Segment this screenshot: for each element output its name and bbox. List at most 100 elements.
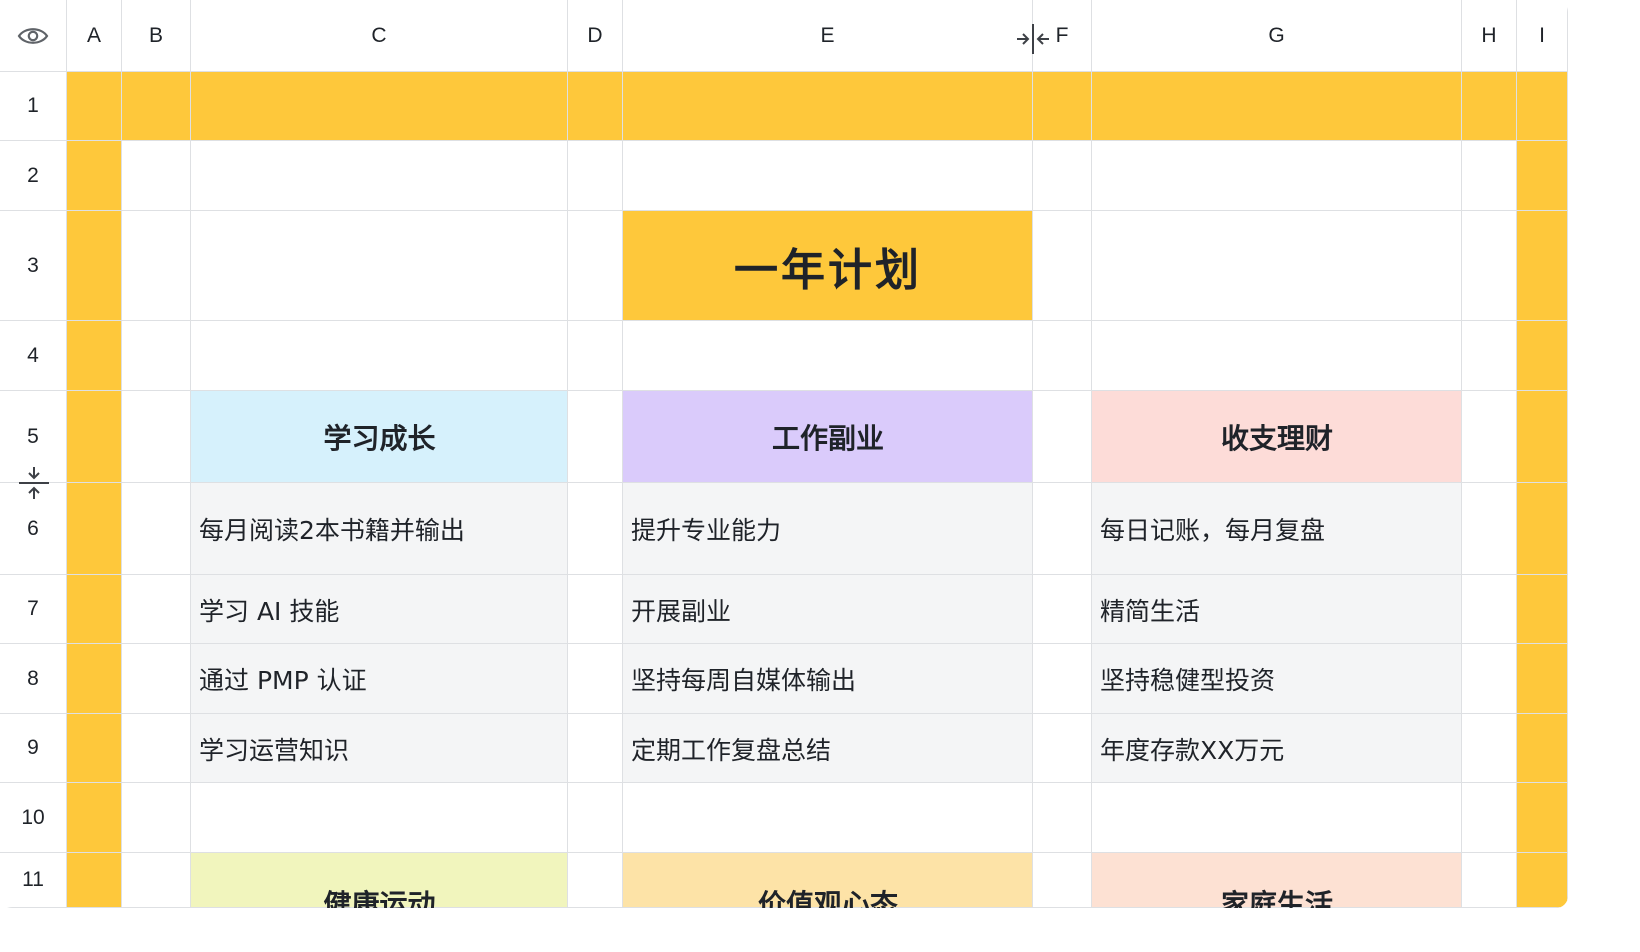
cell-d5[interactable] <box>568 391 623 483</box>
cell-g2[interactable] <box>1092 141 1462 211</box>
row-resize-icon[interactable] <box>17 465 51 501</box>
cell-d9[interactable] <box>568 714 623 783</box>
cell-i10[interactable] <box>1517 783 1568 853</box>
cell-d11[interactable] <box>568 853 623 908</box>
cell-e4[interactable] <box>623 321 1033 391</box>
cell-f3[interactable] <box>1033 211 1092 321</box>
cell-d4[interactable] <box>568 321 623 391</box>
cell-h6[interactable] <box>1462 483 1517 575</box>
cell-i8[interactable] <box>1517 644 1568 714</box>
row-header-4[interactable]: 4 <box>0 321 67 391</box>
cell-i2[interactable] <box>1517 141 1568 211</box>
cell-h11[interactable] <box>1462 853 1517 908</box>
cell-c1[interactable] <box>191 72 568 141</box>
row-header-8[interactable]: 8 <box>0 644 67 714</box>
column-resize-icon[interactable] <box>1015 22 1051 56</box>
cell-b3[interactable] <box>122 211 191 321</box>
column-header-d[interactable]: D <box>568 0 623 72</box>
cell-b6[interactable] <box>122 483 191 575</box>
cell-c3[interactable] <box>191 211 568 321</box>
cell-b5[interactable] <box>122 391 191 483</box>
cell-a1[interactable] <box>67 72 122 141</box>
cell-b7[interactable] <box>122 575 191 644</box>
cell-b11[interactable] <box>122 853 191 908</box>
cell-f11[interactable] <box>1033 853 1092 908</box>
cell-c10[interactable] <box>191 783 568 853</box>
cell-i5[interactable] <box>1517 391 1568 483</box>
cell-a11[interactable] <box>67 853 122 908</box>
cell-a7[interactable] <box>67 575 122 644</box>
select-all-corner[interactable] <box>0 0 67 72</box>
cell-b1[interactable] <box>122 72 191 141</box>
cell-a8[interactable] <box>67 644 122 714</box>
cell-a9[interactable] <box>67 714 122 783</box>
cell-i4[interactable] <box>1517 321 1568 391</box>
cell-c2[interactable] <box>191 141 568 211</box>
column-header-i[interactable]: I <box>1517 0 1568 72</box>
cell-g10[interactable] <box>1092 783 1462 853</box>
cell-f5[interactable] <box>1033 391 1092 483</box>
row-header-3[interactable]: 3 <box>0 211 67 321</box>
row-header-1[interactable]: 1 <box>0 72 67 141</box>
cell-e2[interactable] <box>623 141 1033 211</box>
cell-a3[interactable] <box>67 211 122 321</box>
column-header-b[interactable]: B <box>122 0 191 72</box>
cell-d1[interactable] <box>568 72 623 141</box>
cell-d3[interactable] <box>568 211 623 321</box>
cell-a10[interactable] <box>67 783 122 853</box>
row-header-10[interactable]: 10 <box>0 783 67 853</box>
cell-h1[interactable] <box>1462 72 1517 141</box>
cell-e1[interactable] <box>623 72 1033 141</box>
cell-a6[interactable] <box>67 483 122 575</box>
cell-f8[interactable] <box>1033 644 1092 714</box>
cell-h2[interactable] <box>1462 141 1517 211</box>
cell-b2[interactable] <box>122 141 191 211</box>
cell-b10[interactable] <box>122 783 191 853</box>
cell-b8[interactable] <box>122 644 191 714</box>
cell-g1[interactable] <box>1092 72 1462 141</box>
cell-f1[interactable] <box>1033 72 1092 141</box>
cell-e10[interactable] <box>623 783 1033 853</box>
row-header-7[interactable]: 7 <box>0 575 67 644</box>
eye-icon[interactable] <box>17 25 49 47</box>
cell-i9[interactable] <box>1517 714 1568 783</box>
cell-h4[interactable] <box>1462 321 1517 391</box>
cell-f2[interactable] <box>1033 141 1092 211</box>
cell-c4[interactable] <box>191 321 568 391</box>
cell-d2[interactable] <box>568 141 623 211</box>
row-header-11[interactable]: 11 <box>0 853 67 908</box>
column-header-c[interactable]: C <box>191 0 568 72</box>
cell-i6[interactable] <box>1517 483 1568 575</box>
cell-i3[interactable] <box>1517 211 1568 321</box>
cell-g4[interactable] <box>1092 321 1462 391</box>
cell-f4[interactable] <box>1033 321 1092 391</box>
row-header-2[interactable]: 2 <box>0 141 67 211</box>
cell-d6[interactable] <box>568 483 623 575</box>
cell-d10[interactable] <box>568 783 623 853</box>
column-header-h[interactable]: H <box>1462 0 1517 72</box>
cell-b9[interactable] <box>122 714 191 783</box>
cell-i11[interactable] <box>1517 853 1568 908</box>
cell-h9[interactable] <box>1462 714 1517 783</box>
cell-i7[interactable] <box>1517 575 1568 644</box>
cell-h10[interactable] <box>1462 783 1517 853</box>
spreadsheet-grid[interactable]: A B C D E F G H I 1 2 3 4 5 6 7 8 9 10 11 一年计划 学习成长 工作副业 收支理财 每月… <box>0 0 1568 908</box>
column-header-e[interactable]: E <box>623 0 1033 72</box>
cell-b4[interactable] <box>122 321 191 391</box>
cell-d8[interactable] <box>568 644 623 714</box>
row-header-9[interactable]: 9 <box>0 714 67 783</box>
cell-d7[interactable] <box>568 575 623 644</box>
cell-f10[interactable] <box>1033 783 1092 853</box>
cell-a2[interactable] <box>67 141 122 211</box>
cell-a4[interactable] <box>67 321 122 391</box>
cell-h5[interactable] <box>1462 391 1517 483</box>
cell-g3[interactable] <box>1092 211 1462 321</box>
cell-h7[interactable] <box>1462 575 1517 644</box>
cell-h8[interactable] <box>1462 644 1517 714</box>
cell-i1[interactable] <box>1517 72 1568 141</box>
cell-h3[interactable] <box>1462 211 1517 321</box>
column-header-a[interactable]: A <box>67 0 122 72</box>
cell-f6[interactable] <box>1033 483 1092 575</box>
cell-f9[interactable] <box>1033 714 1092 783</box>
cell-f7[interactable] <box>1033 575 1092 644</box>
